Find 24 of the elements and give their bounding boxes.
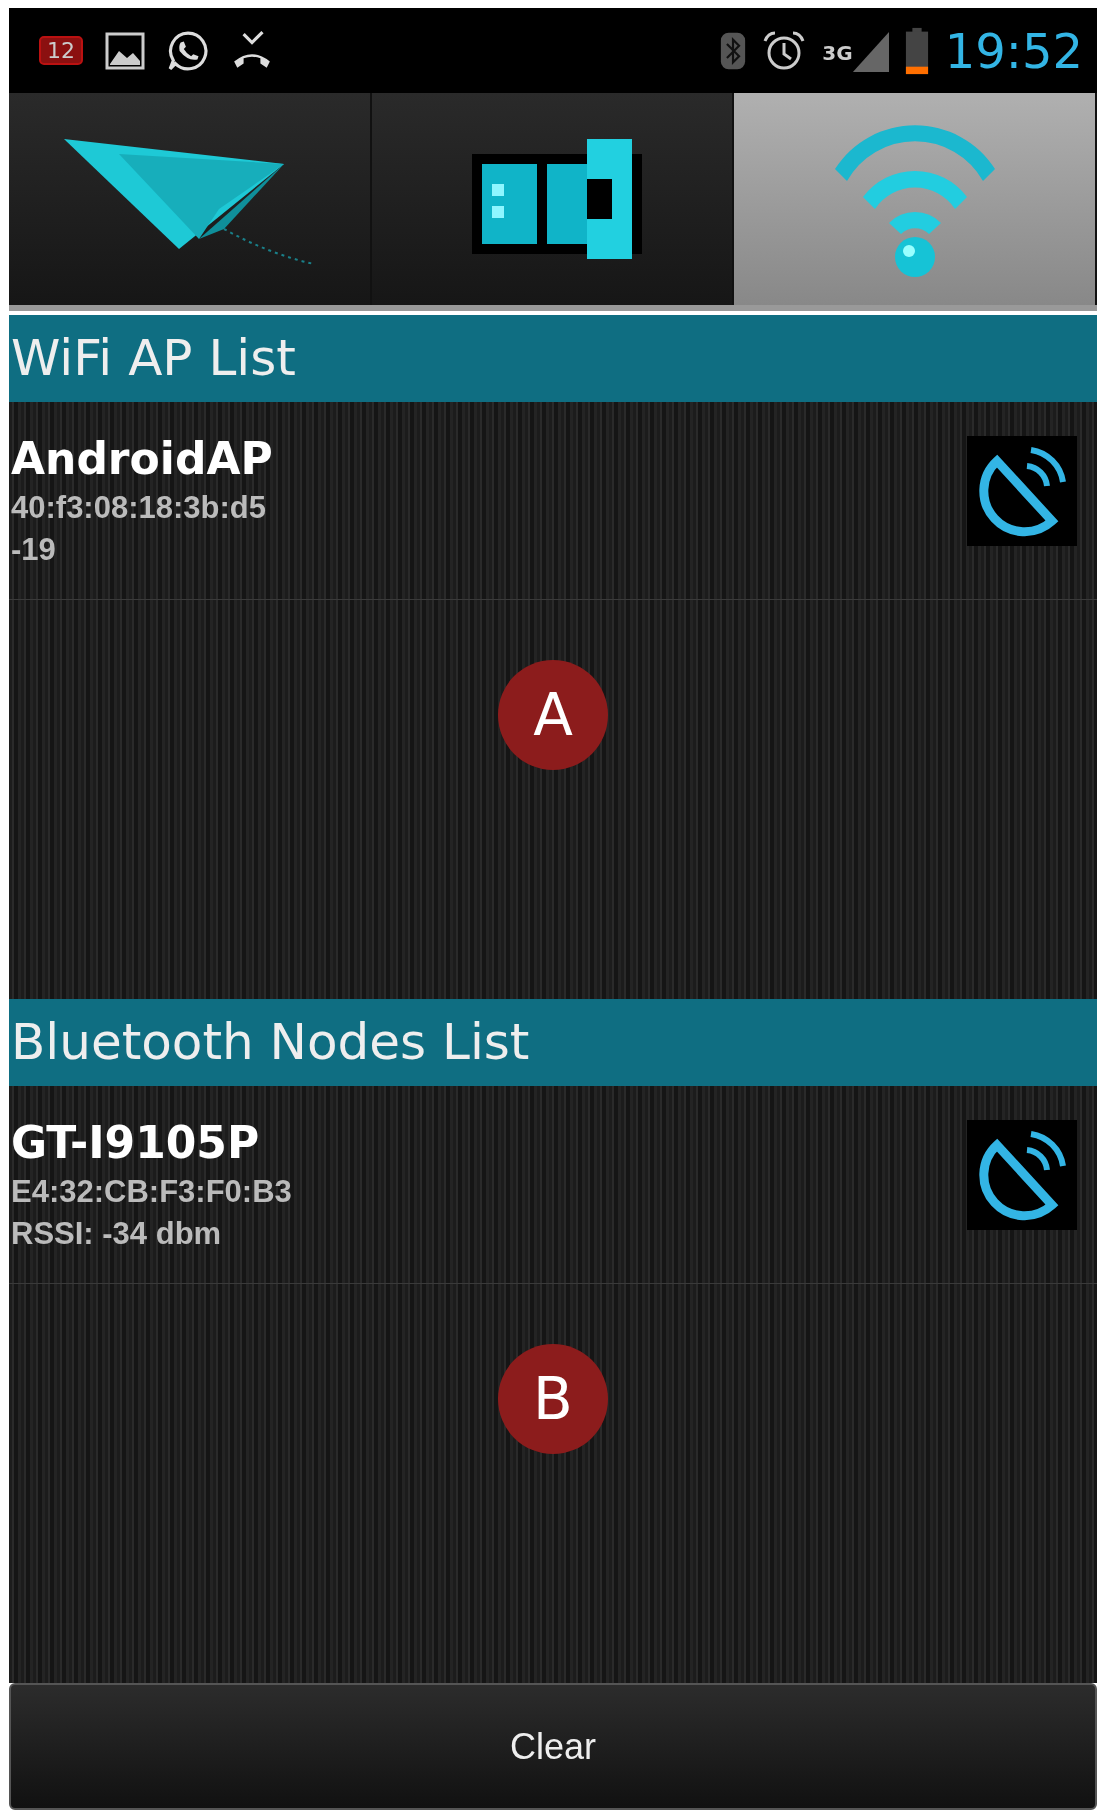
device-address: E4:32:CB:F3:F0:B3 — [11, 1174, 292, 1210]
device-name: GT-I9105P — [11, 1117, 261, 1168]
clear-button[interactable]: Clear — [9, 1683, 1097, 1810]
satellite-dish-icon — [967, 435, 1077, 546]
annotation-marker: B — [498, 1344, 608, 1454]
list-item[interactable]: GT-I9105P E4:32:CB:F3:F0:B3 RSSI: -34 dbm — [9, 1086, 1097, 1284]
tab[interactable] — [371, 93, 735, 305]
device-address: 40:f3:08:18:3b:d5 — [11, 490, 267, 526]
notification-count-badge: 12 — [39, 36, 83, 65]
section-header: Bluetooth Nodes List — [9, 999, 1097, 1086]
chat-phone-icon — [167, 29, 209, 72]
signal-reading: RSSI: -34 dbm — [11, 1216, 223, 1252]
battery-icon — [904, 26, 929, 75]
network-type-label: 3G — [822, 40, 853, 65]
picture-icon — [105, 30, 145, 71]
section-header: WiFi AP List — [9, 315, 1097, 402]
tab[interactable] — [9, 93, 372, 305]
clock-time: 19:52 — [944, 22, 1083, 79]
satellite-dish-icon — [967, 1119, 1077, 1230]
list-item[interactable]: AndroidAP 40:f3:08:18:3b:d5 -19 — [9, 402, 1097, 600]
device-name: AndroidAP — [11, 433, 273, 484]
signal-reading: -19 — [11, 532, 57, 568]
bluetooth-icon — [720, 30, 747, 71]
annotation-marker: A — [498, 660, 608, 770]
